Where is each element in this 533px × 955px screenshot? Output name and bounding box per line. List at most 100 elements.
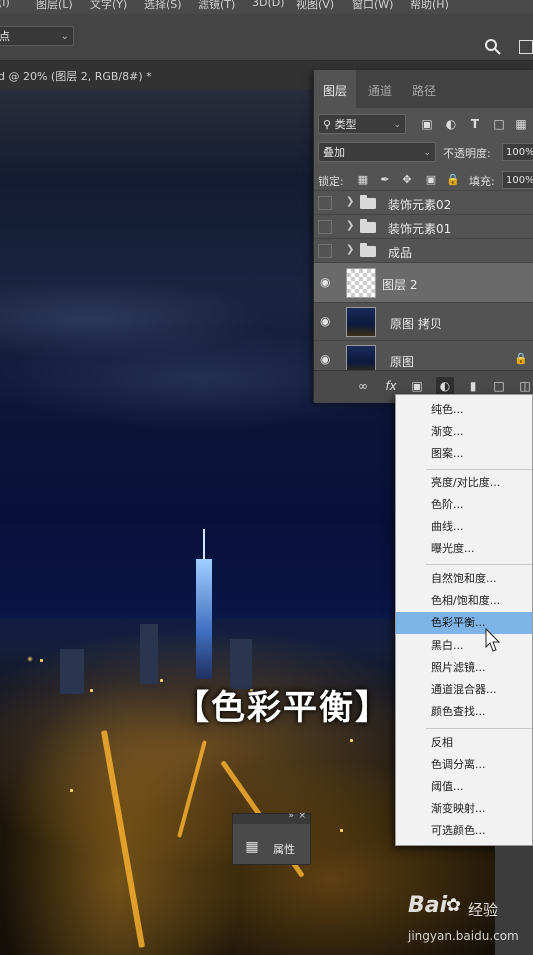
layer-group-row[interactable]: ❯ 成品 (314, 238, 533, 263)
layer-thumbnail (346, 268, 376, 298)
menu-item-selective-color[interactable]: 可选颜色... (396, 820, 532, 842)
menu-item-black-white[interactable]: 黑白... (396, 635, 532, 657)
menu-filter[interactable]: 滤镜(T) (198, 0, 235, 12)
chevron-down-icon: ⌄ (423, 148, 431, 158)
folder-icon (360, 219, 376, 233)
paw-icon: ✿ (446, 895, 462, 916)
options-bar: 点 ⌄ (0, 14, 533, 61)
visibility-toggle[interactable] (318, 196, 332, 210)
window-light (340, 829, 343, 832)
menu-select[interactable]: 选择(S) (144, 0, 182, 12)
menu-item-solid-color[interactable]: 纯色... (396, 399, 532, 421)
filter-kind-select[interactable]: ⚲ 类型 ⌄ (318, 114, 406, 134)
layer-thumbnail (346, 345, 376, 371)
filter-type-icon[interactable]: T (466, 114, 484, 134)
menu-item-pattern[interactable]: 图案... (396, 443, 532, 465)
layer-name: 装饰元素01 (388, 222, 452, 236)
menu-item-posterize[interactable]: 色调分离... (396, 754, 532, 776)
menu-item-hue-saturation[interactable]: 色相/饱和度... (396, 590, 532, 612)
layer-thumbnail (346, 307, 376, 337)
menu-layer[interactable]: 图层(L) (36, 0, 73, 12)
close-icon[interactable]: × (298, 811, 306, 821)
tab-channels[interactable]: 通道 (360, 70, 400, 108)
lock-paint-icon[interactable]: ✒ (378, 173, 392, 187)
search-icon[interactable] (484, 38, 502, 56)
lock-position-icon[interactable]: ✥ (400, 173, 414, 187)
eye-icon[interactable]: ◉ (320, 275, 330, 289)
layer-group-row[interactable]: ❯ 装饰元素02 (314, 190, 533, 215)
visibility-toggle[interactable] (318, 220, 332, 234)
fill-input[interactable]: 100% (502, 171, 533, 189)
filter-shape-icon[interactable]: □ (490, 114, 508, 134)
window-light (70, 789, 73, 792)
menu-item-channel-mixer[interactable]: 通道混合器... (396, 679, 532, 701)
layers-panel: 图层 通道 路径 ⚲ 类型 ⌄ ▣ ◐ T □ ▦ 叠加 ⌄ 不透明度: 100… (313, 70, 533, 403)
filter-adjustment-icon[interactable]: ◐ (442, 114, 460, 134)
new-layer-icon[interactable]: □ (490, 377, 508, 395)
eye-icon[interactable]: ◉ (320, 314, 330, 328)
expand-arrow-icon[interactable]: ❯ (346, 196, 354, 207)
menu-window[interactable]: 窗口(W) (352, 0, 393, 12)
blend-mode-select[interactable]: 叠加 ⌄ (318, 142, 436, 162)
tower-spire (203, 529, 205, 561)
new-group-icon[interactable]: ▮ (464, 377, 482, 395)
caption-title: 【色彩平衡】 (175, 688, 391, 728)
menu-item-gradient-map[interactable]: 渐变映射... (396, 798, 532, 820)
menu-item-photo-filter[interactable]: 照片滤镜... (396, 657, 532, 679)
menu-help[interactable]: 帮助(H) (410, 0, 449, 12)
filter-pixel-icon[interactable]: ▣ (418, 114, 436, 134)
layer-row-selected[interactable]: ◉ 图层 2 (314, 262, 533, 303)
menu-item-levels[interactable]: 色阶... (396, 494, 532, 516)
menu-item-color-lookup[interactable]: 颜色查找... (396, 701, 532, 723)
filter-kind-label: 类型 (334, 118, 357, 131)
options-select-value: 点 (0, 30, 10, 43)
tab-layers[interactable]: 图层 (314, 70, 356, 108)
options-select[interactable]: 点 ⌄ (0, 26, 74, 46)
menu-item-exposure[interactable]: 曝光度... (396, 538, 532, 560)
menu-item[interactable]: (I) (0, 0, 10, 9)
menu-view[interactable]: 视图(V) (296, 0, 334, 12)
menu-item-curves[interactable]: 曲线... (396, 516, 532, 538)
adjustment-layer-icon[interactable]: ◐ (436, 377, 454, 395)
menu-item-vibrance[interactable]: 自然饱和度... (396, 568, 532, 590)
layer-name: 原图 拷贝 (390, 317, 442, 331)
workspace-icon[interactable] (519, 40, 533, 54)
layers-list: ❯ 装饰元素02 ❯ 装饰元素01 ❯ 成品 ◉ 图层 2 ◉ 原图 拷贝 ◉ (314, 190, 533, 371)
link-layers-icon[interactable]: ∞ (354, 377, 372, 395)
layer-row[interactable]: ◉ 原图 拷贝 (314, 302, 533, 341)
document-tab[interactable]: d @ 20% (图层 2, RGB/8#) * (0, 68, 152, 84)
layer-row[interactable]: ◉ 原图 🔒 (314, 340, 533, 371)
menu-bar: (I) 图层(L) 文字(Y) 选择(S) 滤镜(T) 3D(D) 视图(V) … (0, 0, 533, 14)
opacity-input[interactable]: 100% (502, 143, 533, 161)
layer-group-row[interactable]: ❯ 装饰元素01 (314, 214, 533, 239)
menu-item-threshold[interactable]: 阈值... (396, 776, 532, 798)
panel-tabs: 图层 通道 路径 (314, 70, 533, 108)
menu-item-gradient[interactable]: 渐变... (396, 421, 532, 443)
watermark-url: jingyan.baidu.com (408, 929, 519, 943)
lock-artboard-icon[interactable]: ▣ (424, 173, 438, 187)
lock-all-icon[interactable]: 🔒 (446, 173, 460, 187)
menu-separator (426, 564, 532, 565)
filter-smart-object-icon[interactable]: ▦ (512, 114, 530, 134)
menu-3d[interactable]: 3D(D) (252, 0, 285, 9)
trash-icon[interactable]: ◫ (516, 377, 533, 395)
collapse-icon[interactable]: » (288, 811, 294, 821)
tab-paths[interactable]: 路径 (404, 70, 444, 108)
fill-label: 填充: (469, 175, 495, 188)
folder-icon (360, 243, 376, 257)
fx-icon[interactable]: fx (382, 377, 400, 395)
visibility-toggle[interactable] (318, 244, 332, 258)
properties-panel[interactable]: » × ▦ 属性 (232, 811, 311, 865)
adjustment-menu: 纯色... 渐变... 图案... 亮度/对比度... 色阶... 曲线... … (395, 394, 533, 846)
menu-separator (426, 469, 532, 470)
layer-mask-icon[interactable]: ▣ (408, 377, 426, 395)
lock-transparent-icon[interactable]: ▦ (356, 173, 370, 187)
window-light (160, 679, 163, 682)
expand-arrow-icon[interactable]: ❯ (346, 220, 354, 231)
menu-item-brightness-contrast[interactable]: 亮度/对比度... (396, 472, 532, 494)
menu-item-color-balance[interactable]: 色彩平衡... (396, 612, 532, 634)
menu-item-invert[interactable]: 反相 (396, 732, 532, 754)
menu-type[interactable]: 文字(Y) (90, 0, 127, 12)
eye-icon[interactable]: ◉ (320, 352, 330, 366)
expand-arrow-icon[interactable]: ❯ (346, 244, 354, 255)
